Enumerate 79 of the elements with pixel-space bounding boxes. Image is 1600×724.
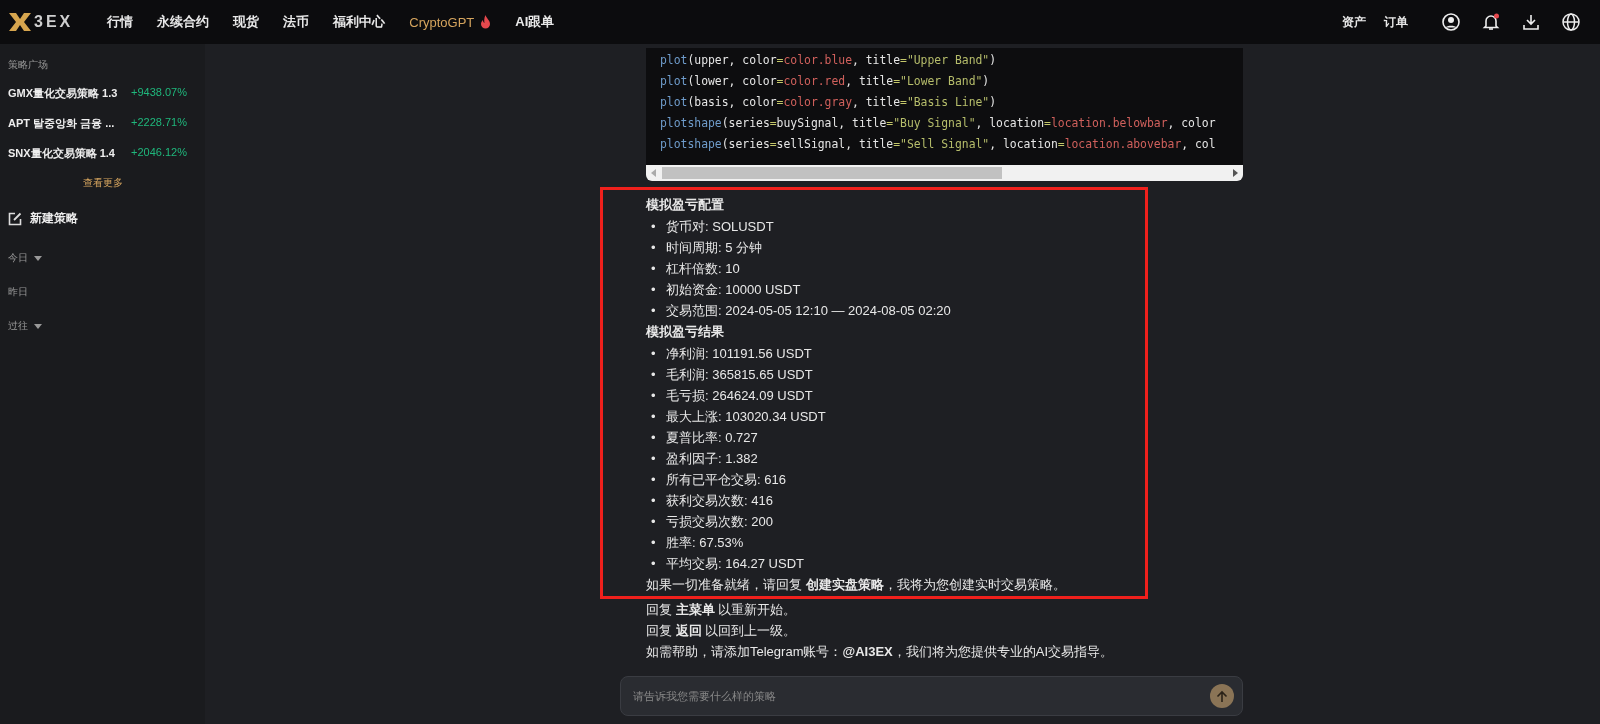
section-heading: 模拟盈亏结果 [646, 323, 725, 341]
result-item: 毛亏损: 264624.09 USDT [666, 387, 813, 404]
chat-input[interactable]: 请告诉我您需要什么样的策略 [620, 676, 1243, 716]
code-line: plot(upper, color=color.blue, title="Upper Band") [660, 52, 997, 69]
code-line: plot(basis, color=color.gray, title="Basis Line") [660, 94, 997, 111]
nav-link[interactable]: 订单 [1384, 13, 1408, 31]
bullet: • [651, 429, 657, 446]
result-item: 获利交易次数: 416 [666, 492, 773, 509]
message-input-field[interactable]: 请告诉我您需要什么样的策略 [631, 689, 1210, 703]
bullet: • [651, 302, 657, 319]
bullet: • [651, 387, 657, 404]
result-item: 平均交易: 164.27 USDT [666, 555, 804, 572]
globe-icon[interactable] [1562, 13, 1580, 31]
bullet: • [651, 471, 657, 488]
bullet: • [651, 450, 657, 467]
nav-link[interactable]: 永续合约 [157, 13, 210, 31]
history-group-label[interactable]: 过往 [8, 319, 28, 333]
message-text: 如果一切准备就绪，请回复 创建实盘策略，我将为您创建实时交易策略。 [646, 576, 1067, 594]
result-item: 货币对: SOLUSDT [666, 218, 774, 235]
caret-icon[interactable] [34, 255, 42, 261]
download-icon[interactable] [1522, 13, 1540, 31]
result-item: 初始资金: 10000 USDT [666, 281, 801, 298]
nav-link[interactable]: 现货 [233, 13, 260, 31]
bell-icon[interactable] [1482, 13, 1500, 31]
history-group-label[interactable]: 今日 [8, 251, 28, 265]
message-text: 回复 返回 以回到上一级。 [646, 622, 798, 640]
logo-icon [8, 12, 32, 32]
edit-icon[interactable] [8, 211, 22, 226]
code-line: plot(lower, color=color.red, title="Lower Band") [660, 73, 990, 90]
nav-link[interactable]: 法币 [283, 13, 310, 31]
message-text: 如需帮助，请添加Telegram账号：@AI3EX，我们将为您提供专业的AI交易指导。 [646, 643, 1114, 661]
bullet: • [651, 555, 657, 572]
result-item: 所有已平仓交易: 616 [666, 471, 786, 488]
user-icon[interactable] [1442, 13, 1460, 31]
bullet: • [651, 218, 657, 235]
bullet: • [651, 513, 657, 530]
message-text: 回复 主菜单 以重新开始。 [646, 601, 798, 619]
result-item: 交易范围: 2024-05-05 12:10 — 2024-08-05 02:20 [666, 302, 951, 319]
new-strategy-link[interactable]: 新建策略 [30, 210, 78, 227]
bullet: • [651, 239, 657, 256]
section-title: 策略广场 [8, 58, 49, 72]
strategy-name[interactable]: GMX量化交易策略 1.3 [8, 86, 118, 101]
result-item: 胜率: 67.53% [666, 534, 744, 551]
result-item: 净利润: 101191.56 USDT [666, 345, 812, 362]
bullet: • [651, 492, 657, 509]
strategy-name[interactable]: APT 탈중앙화 금융 ... [8, 116, 115, 131]
nav-link[interactable]: AI跟单 [515, 13, 555, 31]
bullet: • [651, 408, 657, 425]
strategy-return: +2046.12% [131, 146, 187, 160]
caret-icon[interactable] [34, 323, 42, 329]
result-item: 亏损交易次数: 200 [666, 513, 773, 530]
result-item: 盈利因子: 1.382 [666, 450, 758, 467]
scroll-right-icon[interactable] [1231, 169, 1239, 177]
nav-link[interactable]: 行情 [107, 13, 134, 31]
bullet: • [651, 534, 657, 551]
result-item: 最大上涨: 103020.34 USDT [666, 408, 826, 425]
bullet: • [651, 345, 657, 362]
send-button[interactable] [1210, 684, 1234, 708]
bullet: • [651, 281, 657, 298]
bullet: • [651, 366, 657, 383]
bullet: • [651, 260, 657, 277]
nav-link[interactable]: 资产 [1342, 13, 1366, 31]
nav-link[interactable]: CryptoGPT [409, 13, 492, 31]
arrow-up-icon [1216, 689, 1228, 703]
result-item: 时间周期: 5 分钟 [666, 239, 763, 256]
result-item: 毛利润: 365815.65 USDT [666, 366, 813, 383]
history-group-label[interactable]: 昨日 [8, 285, 28, 299]
section-heading: 模拟盈亏配置 [646, 196, 725, 214]
code-line: plotshape(series=sellSignal, title="Sell Signal", location=location.abovebar, col [660, 136, 1216, 153]
strategy-return: +2228.71% [131, 116, 187, 130]
result-item: 杠杆倍数: 10 [666, 260, 740, 277]
result-item: 夏普比率: 0.727 [666, 429, 758, 446]
logo-text[interactable]: 3EX [34, 13, 74, 31]
horizontal-scrollbar[interactable] [646, 165, 1243, 181]
strategy-name[interactable]: SNX量化交易策略 1.4 [8, 146, 115, 161]
nav-link[interactable]: 福利中心 [333, 13, 386, 31]
code-line: plotshape(series=buySignal, title="Buy Signal", location=location.belowbar, color [660, 115, 1216, 132]
view-more-link[interactable]: 查看更多 [8, 176, 197, 190]
strategy-return: +9438.07% [131, 86, 187, 100]
